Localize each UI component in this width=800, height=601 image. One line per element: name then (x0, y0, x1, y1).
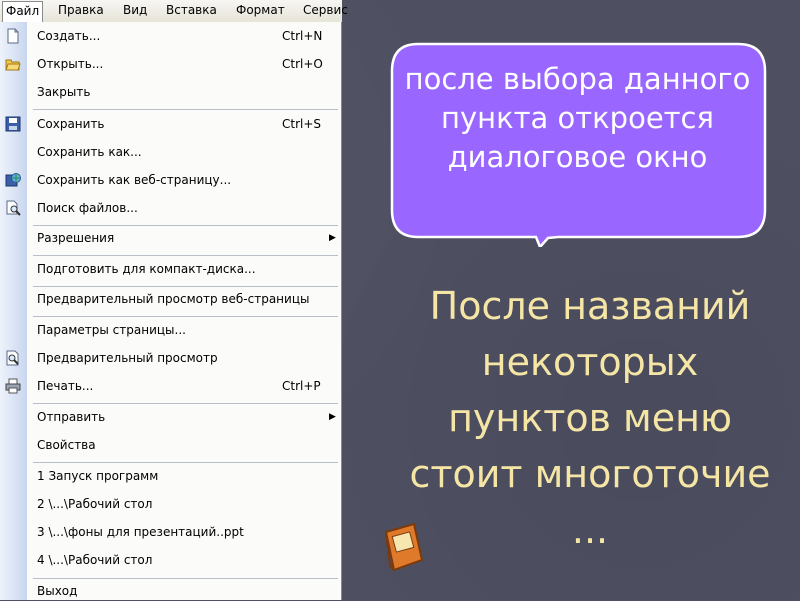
print-preview-icon (6, 350, 19, 366)
new-document-icon (7, 28, 19, 44)
menu-item-label: 3 \...\фоны для презентаций..ppt (37, 525, 244, 539)
open-folder-icon (5, 59, 21, 71)
menu-item-label: Поиск файлов... (37, 201, 138, 215)
menu-view[interactable]: Вид (123, 3, 147, 17)
menu-item-label: 4 \...\Рабочий стол (37, 553, 153, 567)
menu-item-label: Сохранить (37, 117, 105, 131)
menu-item-new[interactable]: Создать... Ctrl+N (0, 28, 341, 46)
menu-item-shortcut: Ctrl+S (282, 117, 322, 131)
menu-item-print[interactable]: Печать... Ctrl+P (0, 378, 341, 396)
menu-format[interactable]: Формат (236, 3, 285, 17)
menu-separator (33, 578, 338, 579)
menu-separator (33, 255, 338, 256)
menu-item-send-to[interactable]: Отправить ▶ (0, 409, 341, 427)
menu-insert[interactable]: Вставка (166, 3, 217, 17)
menu-item-label: Закрыть (37, 85, 91, 99)
menu-tools[interactable]: Сервис (303, 3, 348, 17)
printer-icon (5, 378, 21, 394)
menu-separator (33, 109, 338, 110)
menu-item-package-cd[interactable]: Подготовить для компакт-диска... (0, 261, 341, 279)
save-web-icon (5, 173, 21, 187)
menu-item-print-preview[interactable]: Предварительный просмотр (0, 350, 341, 368)
menu-item-label: 1 Запуск программ (37, 469, 159, 483)
menu-item-label: Создать... (37, 29, 101, 43)
slide-main-text: После названий некоторых пунктов меню ст… (409, 284, 771, 552)
submenu-arrow-icon: ▶ (329, 233, 336, 243)
callout-text: после выбора данного пункта откроется ди… (404, 62, 751, 174)
menu-item-label: Предварительный просмотр веб-страницы (37, 292, 310, 306)
menu-item-label: Предварительный просмотр (37, 351, 218, 365)
menu-item-save[interactable]: Сохранить Ctrl+S (0, 116, 341, 134)
menu-separator (33, 225, 338, 226)
menu-item-properties[interactable]: Свойства (0, 437, 341, 455)
file-search-icon (6, 200, 21, 216)
menu-item-recent-1[interactable]: 1 Запуск программ (0, 468, 341, 486)
menu-item-save-as-web[interactable]: Сохранить как веб-страницу... (0, 172, 341, 190)
menu-item-label: Сохранить как веб-страницу... (37, 173, 232, 187)
menu-separator (33, 316, 338, 317)
menu-item-label: Выход (37, 584, 78, 598)
callout-bubble: после выбора данного пункта откроется ди… (390, 42, 790, 247)
menu-item-web-preview[interactable]: Предварительный просмотр веб-страницы (0, 291, 341, 309)
menu-item-recent-2[interactable]: 2 \...\Рабочий стол (0, 496, 341, 514)
menu-item-exit[interactable]: Выход (0, 583, 341, 601)
menu-item-label: Свойства (37, 438, 96, 452)
menu-item-open[interactable]: Открыть... Ctrl+O (0, 56, 341, 74)
menu-separator (33, 462, 338, 463)
menu-edit[interactable]: Правка (58, 3, 104, 17)
menu-item-permissions[interactable]: Разрешения ▶ (0, 230, 341, 248)
save-disk-icon (5, 116, 21, 132)
menu-file[interactable]: Файл (2, 1, 44, 22)
menu-item-file-search[interactable]: Поиск файлов... (0, 200, 341, 218)
menu-item-close[interactable]: Закрыть (0, 84, 341, 102)
guest-book-icon (384, 522, 424, 572)
menu-item-label: Отправить (37, 410, 106, 424)
menu-item-label: Разрешения (37, 231, 115, 245)
menu-item-save-as[interactable]: Сохранить как... (0, 144, 341, 162)
menu-item-label: Печать... (37, 379, 94, 393)
submenu-arrow-icon: ▶ (329, 412, 336, 422)
menu-item-label: Открыть... (37, 57, 104, 71)
menu-item-label: Сохранить как... (37, 145, 142, 159)
menu-item-recent-3[interactable]: 3 \...\фоны для презентаций..ppt (0, 524, 341, 542)
menu-separator (33, 286, 338, 287)
menu-separator (33, 403, 338, 404)
menu-item-shortcut: Ctrl+O (282, 57, 323, 71)
menu-item-label: Подготовить для компакт-диска... (37, 262, 256, 276)
menu-bar: Файл Правка Вид Вставка Формат Сервис (0, 0, 348, 23)
menu-item-label: Параметры страницы... (37, 323, 186, 337)
file-dropdown-menu: Создать... Ctrl+N Открыть... Ctrl+O Закр… (0, 22, 342, 600)
menu-item-recent-4[interactable]: 4 \...\Рабочий стол (0, 552, 341, 570)
menu-item-page-setup[interactable]: Параметры страницы... (0, 322, 341, 340)
menu-item-label: 2 \...\Рабочий стол (37, 497, 153, 511)
menu-item-shortcut: Ctrl+P (282, 379, 321, 393)
menu-item-shortcut: Ctrl+N (282, 29, 323, 43)
